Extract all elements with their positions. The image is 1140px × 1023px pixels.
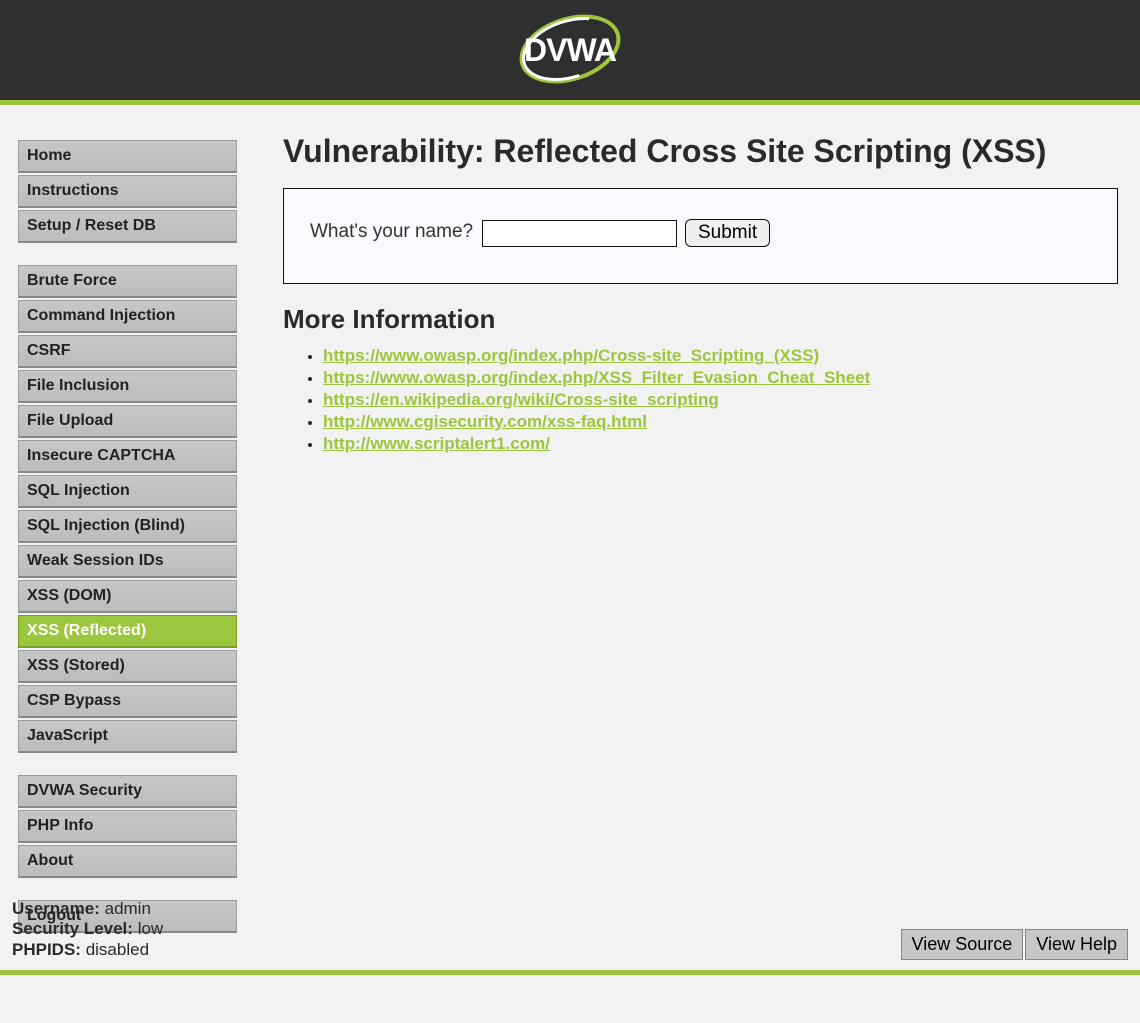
- status-username: Username: admin: [12, 899, 163, 919]
- footer-buttons: View Source View Help: [901, 929, 1128, 960]
- sidebar-item-xss-reflected[interactable]: XSS (Reflected): [18, 615, 237, 648]
- sidebar-item-file-upload[interactable]: File Upload: [18, 405, 237, 438]
- info-link-item: http://www.scriptalert1.com/: [323, 433, 1118, 455]
- name-prompt-label: What's your name?: [310, 221, 473, 242]
- sidebar-item-instructions[interactable]: Instructions: [18, 175, 237, 208]
- sidebar-item-php-info[interactable]: PHP Info: [18, 810, 237, 843]
- info-link[interactable]: http://www.scriptalert1.com/: [323, 434, 550, 453]
- sidebar-item-sql-injection-blind[interactable]: SQL Injection (Blind): [18, 510, 237, 543]
- sidebar-item-command-injection[interactable]: Command Injection: [18, 300, 237, 333]
- menu-group: DVWA SecurityPHP InfoAbout: [18, 775, 237, 878]
- status-phpids: PHPIDS: disabled: [12, 940, 163, 960]
- sidebar-item-dvwa-security[interactable]: DVWA Security: [18, 775, 237, 808]
- info-link-item: https://www.owasp.org/index.php/Cross-si…: [323, 345, 1118, 367]
- info-link[interactable]: https://www.owasp.org/index.php/Cross-si…: [323, 346, 819, 365]
- sidebar-item-home[interactable]: Home: [18, 140, 237, 173]
- status-block: Username: admin Security Level: low PHPI…: [12, 899, 163, 960]
- sidebar-item-brute-force[interactable]: Brute Force: [18, 265, 237, 298]
- status-security: Security Level: low: [12, 919, 163, 939]
- info-links-list: https://www.owasp.org/index.php/Cross-si…: [283, 345, 1118, 455]
- sidebar-item-csp-bypass[interactable]: CSP Bypass: [18, 685, 237, 718]
- info-link[interactable]: https://www.owasp.org/index.php/XSS_Filt…: [323, 368, 870, 387]
- footer: Username: admin Security Level: low PHPI…: [0, 891, 1140, 975]
- name-form: What's your name? Submit: [283, 188, 1118, 284]
- content-wrap: HomeInstructionsSetup / Reset DB Brute Fo…: [0, 105, 1140, 975]
- menu-group: HomeInstructionsSetup / Reset DB: [18, 140, 237, 243]
- info-link[interactable]: https://en.wikipedia.org/wiki/Cross-site…: [323, 390, 719, 409]
- header: DVWA: [0, 0, 1140, 105]
- security-label: Security Level:: [12, 919, 133, 938]
- dvwa-logo-icon: DVWA: [500, 9, 640, 91]
- sidebar-item-setup[interactable]: Setup / Reset DB: [18, 210, 237, 243]
- sidebar-item-javascript[interactable]: JavaScript: [18, 720, 237, 753]
- sidebar-item-xss-dom[interactable]: XSS (DOM): [18, 580, 237, 613]
- phpids-label: PHPIDS:: [12, 940, 81, 959]
- menu-group: Brute ForceCommand InjectionCSRFFile Inc…: [18, 265, 237, 753]
- main-content: Vulnerability: Reflected Cross Site Scri…: [255, 105, 1140, 975]
- info-link[interactable]: http://www.cgisecurity.com/xss-faq.html: [323, 412, 647, 431]
- svg-text:DVWA: DVWA: [524, 32, 617, 68]
- sidebar-item-weak-session-ids[interactable]: Weak Session IDs: [18, 545, 237, 578]
- name-input[interactable]: [482, 220, 677, 247]
- sidebar: HomeInstructionsSetup / Reset DB Brute Fo…: [0, 105, 255, 975]
- logo: DVWA: [500, 9, 640, 91]
- phpids-value: disabled: [86, 940, 149, 959]
- username-label: Username:: [12, 899, 100, 918]
- submit-button[interactable]: Submit: [685, 219, 770, 247]
- security-value: low: [138, 919, 164, 938]
- sidebar-item-file-inclusion[interactable]: File Inclusion: [18, 370, 237, 403]
- page-title: Vulnerability: Reflected Cross Site Scri…: [283, 133, 1118, 170]
- sidebar-item-sql-injection[interactable]: SQL Injection: [18, 475, 237, 508]
- info-link-item: https://www.owasp.org/index.php/XSS_Filt…: [323, 367, 1118, 389]
- sidebar-item-about[interactable]: About: [18, 845, 237, 878]
- info-link-item: https://en.wikipedia.org/wiki/Cross-site…: [323, 389, 1118, 411]
- view-help-button[interactable]: View Help: [1025, 929, 1128, 960]
- more-info-heading: More Information: [283, 304, 1118, 335]
- sidebar-item-csrf[interactable]: CSRF: [18, 335, 237, 368]
- sidebar-item-xss-stored[interactable]: XSS (Stored): [18, 650, 237, 683]
- view-source-button[interactable]: View Source: [901, 929, 1024, 960]
- username-value: admin: [105, 899, 151, 918]
- info-link-item: http://www.cgisecurity.com/xss-faq.html: [323, 411, 1118, 433]
- sidebar-item-insecure-captcha[interactable]: Insecure CAPTCHA: [18, 440, 237, 473]
